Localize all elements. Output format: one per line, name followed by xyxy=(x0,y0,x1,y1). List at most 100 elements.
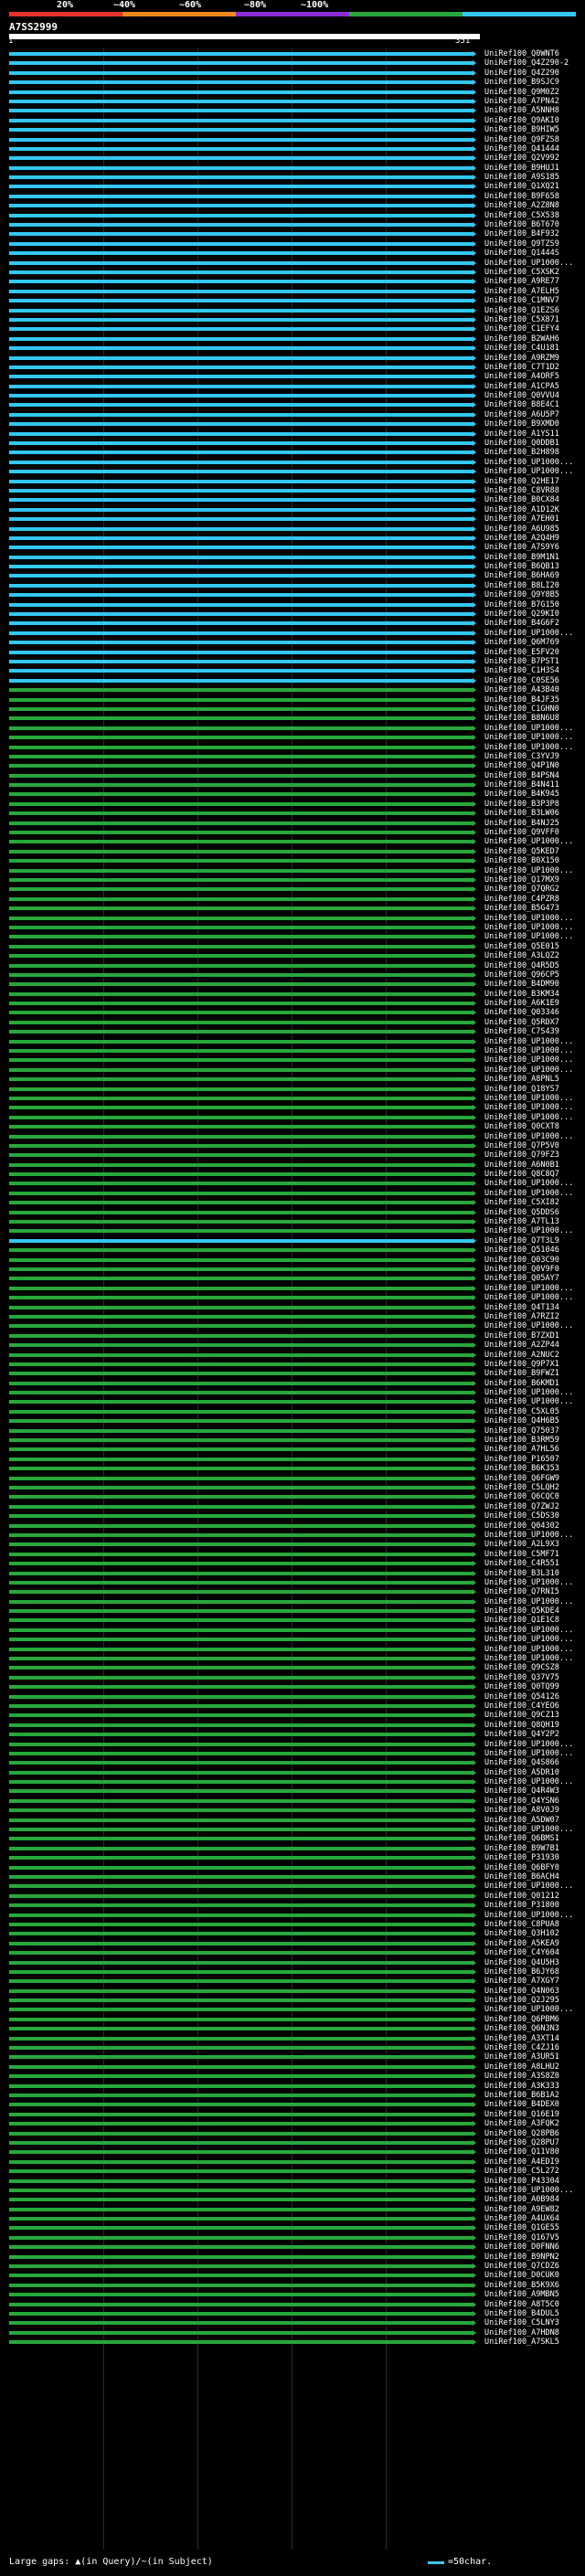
alignment-bar[interactable] xyxy=(9,1038,476,1044)
alignment-bar[interactable] xyxy=(9,620,476,627)
hit-id-link[interactable]: UniRef100_C3YVJ9 xyxy=(484,752,559,761)
alignment-bar[interactable] xyxy=(9,525,476,532)
hit-id-link[interactable]: UniRef100_C5L272 xyxy=(484,2167,559,2176)
hit-id-link[interactable]: UniRef100_B6KMD1 xyxy=(484,1379,559,1388)
hit-id-link[interactable]: UniRef100_B6ACH4 xyxy=(484,1872,559,1882)
alignment-bar[interactable] xyxy=(9,469,476,475)
alignment-bar[interactable] xyxy=(9,316,476,323)
alignment-bar[interactable] xyxy=(9,231,476,238)
alignment-bar[interactable] xyxy=(9,1267,476,1272)
alignment-bar[interactable] xyxy=(9,1276,476,1282)
hit-id-link[interactable]: UniRef100_Q6BFY0 xyxy=(484,1863,559,1872)
alignment-bar[interactable] xyxy=(9,611,476,618)
alignment-bar[interactable] xyxy=(9,1219,476,1225)
alignment-bar[interactable] xyxy=(9,830,476,836)
hit-id-link[interactable]: UniRef100_C5X538 xyxy=(484,211,559,220)
hit-id-link[interactable]: UniRef100_Q5RDX7 xyxy=(484,1018,559,1027)
alignment-bar[interactable] xyxy=(9,1769,476,1776)
hit-id-link[interactable]: UniRef100_B2WAH6 xyxy=(484,334,559,344)
alignment-bar[interactable] xyxy=(9,1427,476,1434)
alignment-bar[interactable] xyxy=(9,2092,476,2098)
alignment-bar[interactable] xyxy=(9,1874,476,1880)
alignment-bar[interactable] xyxy=(9,421,476,428)
alignment-bar[interactable] xyxy=(9,1019,476,1025)
alignment-bar[interactable] xyxy=(9,839,476,845)
alignment-bar[interactable] xyxy=(9,687,476,694)
alignment-bar[interactable] xyxy=(9,1418,476,1425)
alignment-bar[interactable] xyxy=(9,222,476,228)
hit-id-link[interactable]: UniRef100_C7T1D2 xyxy=(484,363,559,372)
alignment-bar[interactable] xyxy=(9,212,476,218)
hit-id-link[interactable]: UniRef100_Q4T134 xyxy=(484,1303,559,1312)
hit-id-link[interactable]: UniRef100_B4DUL5 xyxy=(484,2309,559,2318)
alignment-bar[interactable] xyxy=(9,1940,476,1946)
alignment-bar[interactable] xyxy=(9,1408,476,1415)
alignment-bar[interactable] xyxy=(9,1978,476,1985)
alignment-bar[interactable] xyxy=(9,725,476,731)
alignment-bar[interactable] xyxy=(9,649,476,655)
hit-id-link[interactable]: UniRef100_Q29KI0 xyxy=(484,610,559,619)
hit-id-link[interactable]: UniRef100_C4R551 xyxy=(484,1559,559,1568)
alignment-bar[interactable] xyxy=(9,155,476,162)
alignment-bar[interactable] xyxy=(9,2168,476,2175)
hit-id-link[interactable]: UniRef100_UP1000... xyxy=(484,1037,573,1046)
alignment-bar[interactable] xyxy=(9,1380,476,1386)
alignment-bar[interactable] xyxy=(9,1551,476,1557)
hit-id-link[interactable]: UniRef100_B6HA69 xyxy=(484,571,559,580)
alignment-bar[interactable] xyxy=(9,1797,476,1804)
hit-id-link[interactable]: UniRef100_UP1000... xyxy=(484,733,573,742)
hit-id-link[interactable]: UniRef100_A3XT14 xyxy=(484,2034,559,2043)
hit-id-link[interactable]: UniRef100_Q01212 xyxy=(484,1892,559,1901)
alignment-bar[interactable] xyxy=(9,1950,476,1956)
alignment-bar[interactable] xyxy=(9,1447,476,1453)
alignment-bar[interactable] xyxy=(9,108,476,114)
alignment-bar[interactable] xyxy=(9,89,476,95)
alignment-bar[interactable] xyxy=(9,260,476,266)
alignment-bar[interactable] xyxy=(9,1722,476,1728)
alignment-bar[interactable] xyxy=(9,516,476,523)
alignment-bar[interactable] xyxy=(9,545,476,551)
hit-id-link[interactable]: UniRef100_Q7QRG2 xyxy=(484,885,559,894)
hit-id-link[interactable]: UniRef100_C8PUA8 xyxy=(484,1920,559,1929)
alignment-bar[interactable] xyxy=(9,582,476,588)
hit-id-link[interactable]: UniRef100_B7G150 xyxy=(484,600,559,610)
hit-id-link[interactable]: UniRef100_UP1000... xyxy=(484,1397,573,1406)
alignment-bar[interactable] xyxy=(9,592,476,599)
alignment-bar[interactable] xyxy=(9,145,476,152)
alignment-bar[interactable] xyxy=(9,772,476,779)
alignment-bar[interactable] xyxy=(9,2111,476,2117)
alignment-bar[interactable] xyxy=(9,1561,476,1567)
alignment-bar[interactable] xyxy=(9,1200,476,1206)
hit-id-link[interactable]: UniRef100_Q03C90 xyxy=(484,1256,559,1265)
hit-id-link[interactable]: UniRef100_A4UX64 xyxy=(484,2214,559,2223)
alignment-bar[interactable] xyxy=(9,80,476,86)
hit-id-link[interactable]: UniRef100_UP1000... xyxy=(484,923,573,932)
alignment-bar[interactable] xyxy=(9,1133,476,1140)
hit-id-link[interactable]: UniRef100_Q6PBM6 xyxy=(484,2015,559,2024)
hit-id-link[interactable]: UniRef100_Q7CDZ6 xyxy=(484,2262,559,2271)
alignment-bar[interactable] xyxy=(9,573,476,579)
hit-id-link[interactable]: UniRef100_UP1000... xyxy=(484,1645,573,1654)
hit-id-link[interactable]: UniRef100_Q4H6B5 xyxy=(484,1416,559,1426)
hit-id-link[interactable]: UniRef100_C4PZR8 xyxy=(484,895,559,904)
hit-id-link[interactable]: UniRef100_Q54126 xyxy=(484,1692,559,1701)
alignment-bar[interactable] xyxy=(9,2206,476,2212)
alignment-bar[interactable] xyxy=(9,1484,476,1490)
alignment-bar[interactable] xyxy=(9,2329,476,2336)
hit-id-link[interactable]: UniRef100_E5FV20 xyxy=(484,648,559,657)
alignment-bar[interactable] xyxy=(9,1693,476,1700)
hit-id-link[interactable]: UniRef100_Q04302 xyxy=(484,1521,559,1531)
hit-id-link[interactable]: UniRef100_Q5E015 xyxy=(484,942,559,951)
alignment-bar[interactable] xyxy=(9,668,476,674)
alignment-bar[interactable] xyxy=(9,1332,476,1339)
hit-id-link[interactable]: UniRef100_A8PNL5 xyxy=(484,1075,559,1084)
alignment-bar[interactable] xyxy=(9,2273,476,2279)
alignment-bar[interactable] xyxy=(9,953,476,959)
alignment-bar[interactable] xyxy=(9,1988,476,1994)
hit-id-link[interactable]: UniRef100_Q5KDE4 xyxy=(484,1606,559,1616)
alignment-bar[interactable] xyxy=(9,364,476,370)
alignment-bar[interactable] xyxy=(9,175,476,181)
alignment-bar[interactable] xyxy=(9,1712,476,1719)
hit-id-link[interactable]: UniRef100_UP1000... xyxy=(484,866,573,875)
alignment-bar[interactable] xyxy=(9,2016,476,2022)
